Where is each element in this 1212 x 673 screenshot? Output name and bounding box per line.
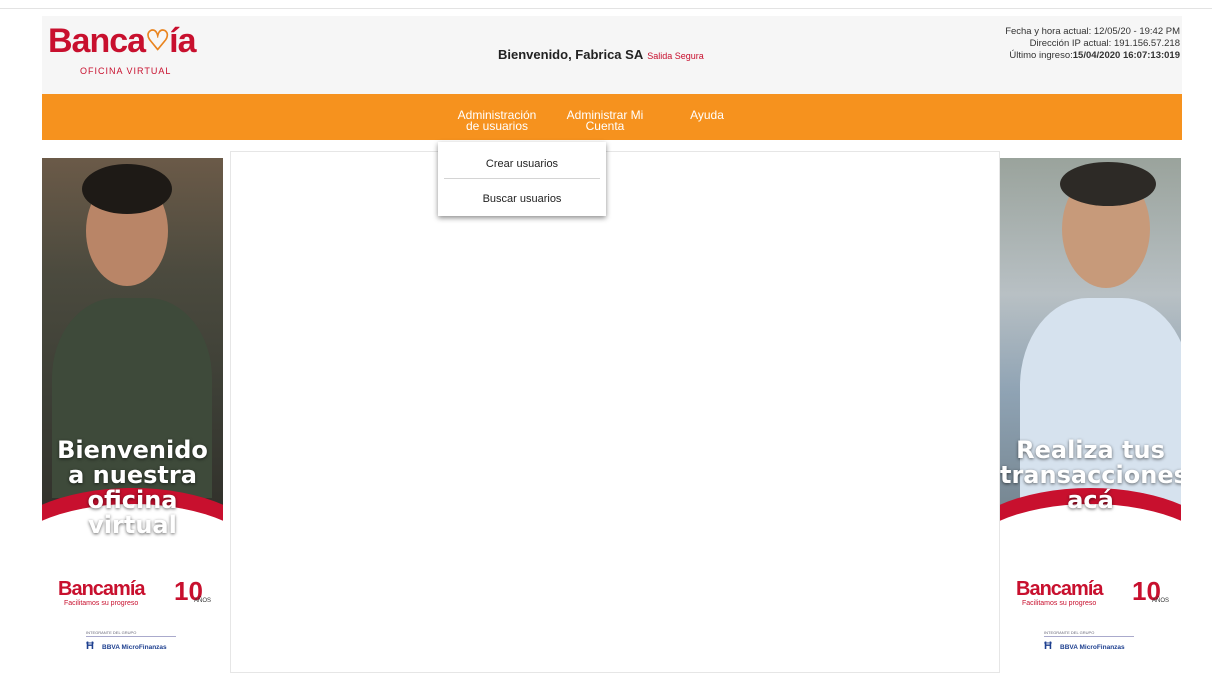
logo-subtitle: OFICINA VIRTUAL: [80, 66, 172, 76]
safe-exit-link[interactable]: Salida Segura: [647, 51, 704, 61]
current-datetime: Fecha y hora actual: 12/05/20 - 19:42 PM: [1005, 26, 1180, 37]
heart-icon: ♡: [145, 25, 170, 56]
bancamia-10-anos-logo: Bancamía Facilitamos su progreso 10 AÑOS: [1016, 576, 1170, 607]
bbva-fundacion-logo: INTEGRANTE DEL GRUPO Ħ BBVA MicroFinanza…: [1044, 630, 1144, 654]
menu-divider: [444, 178, 600, 179]
bbva-icon: Ħ: [86, 640, 94, 652]
main-content-area: [230, 151, 1000, 673]
header: Banca♡ía OFICINA VIRTUAL Bienvenido, Fab…: [42, 16, 1182, 94]
nav-admin-usuarios[interactable]: Administración de usuarios: [448, 109, 546, 132]
menu-item-buscar-usuarios[interactable]: Buscar usuarios: [438, 193, 606, 205]
menu-item-crear-usuarios[interactable]: Crear usuarios: [438, 158, 606, 170]
last-login: Último ingreso:15/04/2020 16:07:13:019: [1009, 50, 1180, 61]
bbva-icon: Ħ: [1044, 640, 1052, 652]
session-info: Fecha y hora actual: 12/05/20 - 19:42 PM…: [1005, 26, 1180, 62]
welcome-text: Bienvenido, Fabrica SA: [498, 47, 644, 62]
admin-usuarios-dropdown: Crear usuarios Buscar usuarios: [438, 142, 606, 216]
main-navbar: Administración de usuarios Administrar Mi…: [42, 94, 1182, 140]
bancamia-logo[interactable]: Banca♡ía OFICINA VIRTUAL: [48, 22, 208, 82]
bancamia-10-anos-logo: Bancamía Facilitamos su progreso 10 AÑOS: [58, 576, 212, 607]
nav-administrar-cuenta[interactable]: Administrar Mi Cuenta: [558, 109, 652, 132]
current-ip: Dirección IP actual: 191.156.57.218: [1029, 38, 1180, 49]
top-divider: [0, 8, 1212, 9]
bbva-fundacion-logo: INTEGRANTE DEL GRUPO Ħ BBVA MicroFinanza…: [86, 630, 186, 654]
banner-headline: Realiza tus transacciones acá: [1000, 436, 1181, 514]
nav-ayuda[interactable]: Ayuda: [682, 109, 732, 121]
right-promo-banner[interactable]: Realiza tus transacciones acá Bancamía Fac…: [1000, 158, 1181, 668]
welcome-message: Bienvenido, Fabrica SA Salida Segura: [498, 47, 704, 62]
left-promo-banner[interactable]: Bienvenido a nuestra oficina virtual Banca…: [42, 158, 223, 668]
logo-wordmark: Banca♡ía: [48, 22, 197, 60]
banner-headline: Bienvenido a nuestra oficina virtual: [57, 436, 208, 539]
